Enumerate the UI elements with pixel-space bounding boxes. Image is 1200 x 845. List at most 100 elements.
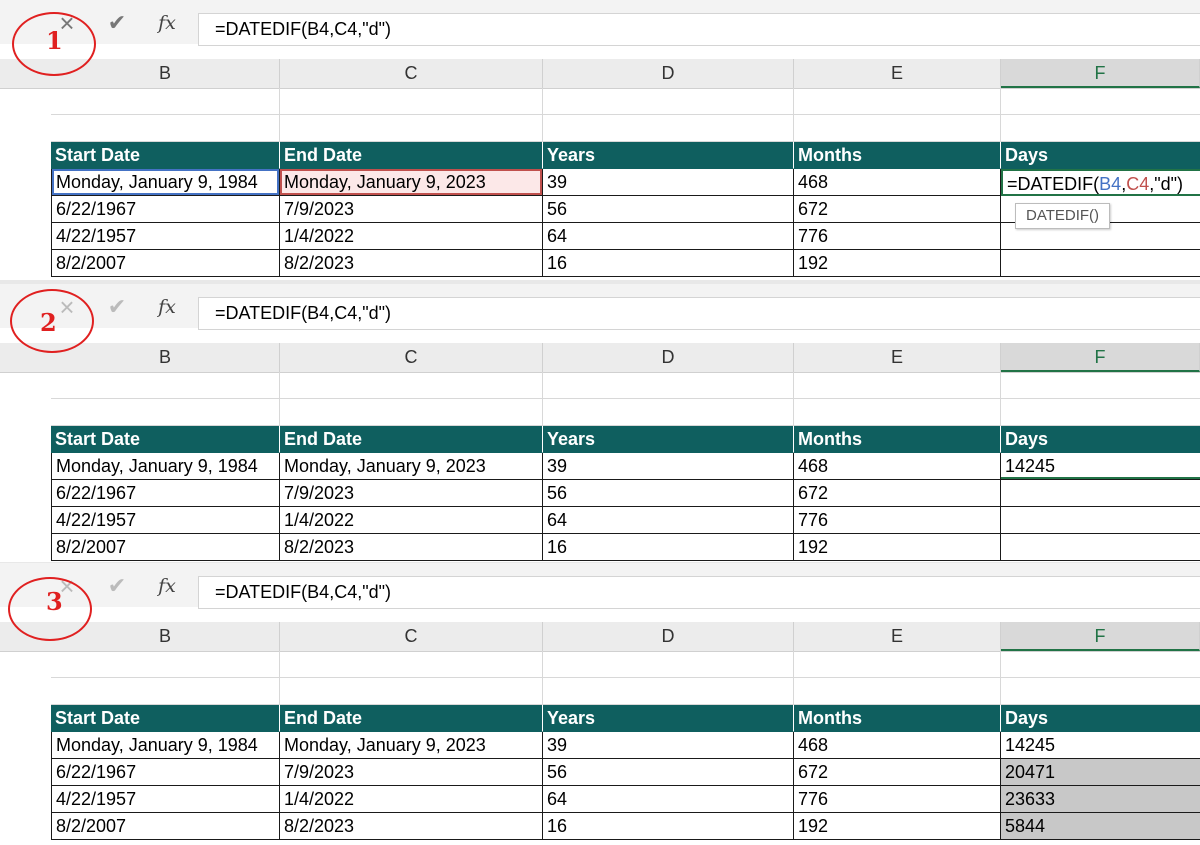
header-end-date[interactable]: End Date	[280, 705, 543, 732]
header-end-date[interactable]: End Date	[280, 142, 543, 169]
cell-b7[interactable]: 8/2/2007	[51, 250, 280, 277]
cell[interactable]	[794, 88, 1001, 115]
cell-c7[interactable]: 8/2/2023	[280, 534, 543, 561]
cell[interactable]	[280, 88, 543, 115]
cell[interactable]	[1001, 399, 1200, 426]
cell[interactable]	[280, 678, 543, 705]
header-days[interactable]: Days	[1001, 142, 1200, 169]
cell[interactable]	[51, 372, 280, 399]
column-header-d[interactable]: D	[543, 622, 794, 651]
cell[interactable]	[51, 678, 280, 705]
column-header-d[interactable]: D	[543, 59, 794, 88]
header-days[interactable]: Days	[1001, 426, 1200, 453]
cell-e5[interactable]: 672	[794, 759, 1001, 786]
cell-f6[interactable]	[1001, 507, 1200, 534]
cell[interactable]	[543, 678, 794, 705]
header-months[interactable]: Months	[794, 426, 1001, 453]
cell-d4[interactable]: 39	[543, 732, 794, 759]
cell-d5[interactable]: 56	[543, 196, 794, 223]
cell[interactable]	[280, 115, 543, 142]
cell[interactable]	[280, 399, 543, 426]
cell-d4[interactable]: 39	[543, 169, 794, 196]
insert-function-icon[interactable]: fx	[152, 10, 182, 36]
cell-d6[interactable]: 64	[543, 786, 794, 813]
cell-c7[interactable]: 8/2/2023	[280, 813, 543, 840]
cell-d7[interactable]: 16	[543, 250, 794, 277]
cell-b5[interactable]: 6/22/1967	[51, 196, 280, 223]
column-header-d[interactable]: D	[543, 343, 794, 372]
cell-c6[interactable]: 1/4/2022	[280, 507, 543, 534]
insert-function-icon[interactable]: fx	[152, 573, 182, 599]
column-header-f[interactable]: F	[1001, 59, 1200, 88]
cell-d5[interactable]: 56	[543, 480, 794, 507]
cell-e5[interactable]: 672	[794, 480, 1001, 507]
column-header-b[interactable]: B	[51, 622, 280, 651]
cell-b6[interactable]: 4/22/1957	[51, 223, 280, 250]
cell-d6[interactable]: 64	[543, 507, 794, 534]
cell[interactable]	[280, 372, 543, 399]
cell-e4[interactable]: 468	[794, 169, 1001, 196]
column-header-e[interactable]: E	[794, 343, 1001, 372]
header-years[interactable]: Years	[543, 142, 794, 169]
cell-b4[interactable]: Monday, January 9, 1984	[51, 732, 280, 759]
cell-e6[interactable]: 776	[794, 786, 1001, 813]
cell-c6[interactable]: 1/4/2022	[280, 786, 543, 813]
cell[interactable]	[1001, 88, 1200, 115]
header-days[interactable]: Days	[1001, 705, 1200, 732]
cell[interactable]	[1001, 651, 1200, 678]
header-years[interactable]: Years	[543, 426, 794, 453]
column-header-f[interactable]: F	[1001, 343, 1200, 372]
cell-b5[interactable]: 6/22/1967	[51, 759, 280, 786]
cell-d7[interactable]: 16	[543, 813, 794, 840]
cell-f5[interactable]	[1001, 480, 1200, 507]
cell-e6[interactable]: 776	[794, 223, 1001, 250]
cell-c6[interactable]: 1/4/2022	[280, 223, 543, 250]
cell-d5[interactable]: 56	[543, 759, 794, 786]
formula-input[interactable]: =DATEDIF(B4,C4,"d")	[198, 13, 1200, 46]
cell-d7[interactable]: 16	[543, 534, 794, 561]
cell-b4[interactable]: Monday, January 9, 1984	[51, 169, 280, 196]
cell-d4[interactable]: 39	[543, 453, 794, 480]
cell-f7-filled[interactable]: 5844	[1001, 813, 1200, 840]
cell-b4[interactable]: Monday, January 9, 1984	[51, 453, 280, 480]
function-tooltip[interactable]: DATEDIF()	[1015, 203, 1111, 229]
cell[interactable]	[1001, 678, 1200, 705]
column-header-c[interactable]: C	[280, 622, 543, 651]
formula-input[interactable]: =DATEDIF(B4,C4,"d")	[198, 297, 1200, 330]
cell-e6[interactable]: 776	[794, 507, 1001, 534]
cell-c4[interactable]: Monday, January 9, 2023	[280, 453, 543, 480]
cell-f7[interactable]	[1001, 534, 1200, 561]
header-months[interactable]: Months	[794, 705, 1001, 732]
cell-e7[interactable]: 192	[794, 250, 1001, 277]
cell[interactable]	[543, 88, 794, 115]
cell-f4-editing[interactable]: =DATEDIF(B4,C4,"d")	[1001, 169, 1200, 196]
cell[interactable]	[280, 651, 543, 678]
column-header-e[interactable]: E	[794, 59, 1001, 88]
cell[interactable]	[794, 399, 1001, 426]
cell-f7[interactable]	[1001, 250, 1200, 277]
cell[interactable]	[1001, 115, 1200, 142]
header-start-date[interactable]: Start Date	[51, 142, 280, 169]
column-header-c[interactable]: C	[280, 59, 543, 88]
column-header-b[interactable]: B	[51, 343, 280, 372]
cell-f6-filled[interactable]: 23633	[1001, 786, 1200, 813]
cell[interactable]	[543, 372, 794, 399]
enter-icon[interactable]: ✔	[102, 573, 132, 599]
formula-input[interactable]: =DATEDIF(B4,C4,"d")	[198, 576, 1200, 609]
cell[interactable]	[51, 399, 280, 426]
header-years[interactable]: Years	[543, 705, 794, 732]
cell[interactable]	[543, 399, 794, 426]
cell[interactable]	[51, 651, 280, 678]
column-header-f[interactable]: F	[1001, 622, 1200, 651]
cell-e5[interactable]: 672	[794, 196, 1001, 223]
cell[interactable]	[794, 678, 1001, 705]
cell-c4[interactable]: Monday, January 9, 2023	[280, 732, 543, 759]
cell[interactable]	[51, 88, 280, 115]
cell-e7[interactable]: 192	[794, 813, 1001, 840]
cell[interactable]	[794, 651, 1001, 678]
header-start-date[interactable]: Start Date	[51, 426, 280, 453]
cell-f4[interactable]: 14245	[1001, 732, 1200, 759]
header-months[interactable]: Months	[794, 142, 1001, 169]
cell[interactable]	[794, 115, 1001, 142]
cell-f5-filled[interactable]: 20471	[1001, 759, 1200, 786]
